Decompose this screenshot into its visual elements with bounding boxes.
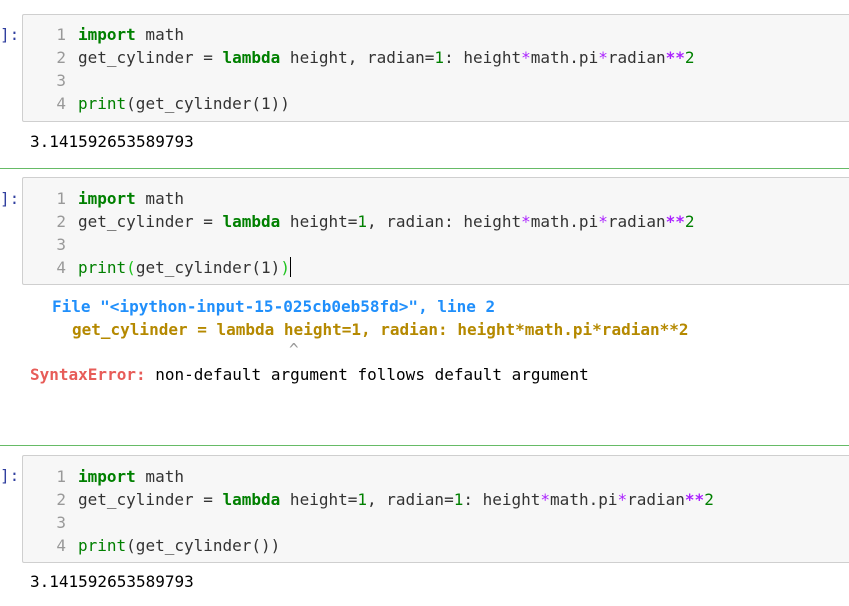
- builtin: print: [78, 94, 127, 113]
- cell-separator: [0, 168, 849, 169]
- builtin: print: [78, 258, 127, 277]
- line-number: 1: [56, 467, 66, 486]
- code-text: math.pi: [530, 212, 599, 231]
- error-name: SyntaxError:: [30, 365, 146, 384]
- operator: *: [617, 490, 628, 509]
- line-number: 4: [56, 94, 66, 113]
- operator: *: [540, 490, 551, 509]
- line-number: 2: [56, 490, 66, 509]
- code-text: math: [135, 189, 184, 208]
- traceback-caret: ^: [289, 340, 299, 359]
- code-text: math.pi: [530, 48, 599, 67]
- line-number: 3: [56, 235, 66, 254]
- line-number: 3: [56, 71, 66, 90]
- code-text: height, radian=: [280, 48, 435, 67]
- code-text: height=: [280, 212, 358, 231]
- matched-bracket: (: [126, 258, 136, 277]
- traceback-file-label: File: [52, 297, 101, 316]
- code-editor[interactable]: 1 import math 2 get_cylinder = lambda heig…: [22, 14, 849, 122]
- number: 2: [684, 48, 695, 67]
- cell-output: 3.141592653589793: [30, 572, 194, 591]
- line-number: 1: [56, 25, 66, 44]
- cell-prompt: ]:: [0, 189, 20, 208]
- cell-prompt: ]:: [0, 466, 20, 485]
- operator: *: [598, 48, 608, 67]
- keyword: import: [78, 189, 136, 208]
- cell-prompt: ]:: [0, 25, 20, 44]
- operator: **: [684, 490, 705, 509]
- code-text: get_cylinder =: [78, 48, 223, 67]
- cell-output: 3.141592653589793: [30, 132, 194, 151]
- error-message-line: SyntaxError: non-default argument follow…: [30, 363, 589, 386]
- code-text: : height: [463, 490, 541, 509]
- line-number: 4: [56, 536, 66, 555]
- code-text: (get_cylinder(1)): [126, 94, 290, 113]
- code-text: height=: [280, 490, 358, 509]
- number: 1: [453, 490, 464, 509]
- code-editor[interactable]: 1 import math 2 get_cylinder = lambda heig…: [22, 177, 849, 285]
- line-number: 3: [56, 513, 66, 532]
- number: 2: [684, 212, 695, 231]
- number: 1: [357, 212, 367, 231]
- operator: *: [521, 212, 531, 231]
- keyword: import: [78, 25, 136, 44]
- code-text: radian: [607, 212, 666, 231]
- code-text: radian: [607, 48, 666, 67]
- code-text: , radian: height: [367, 212, 522, 231]
- code-text: get_cylinder =: [78, 490, 223, 509]
- code-text: get_cylinder =: [78, 212, 223, 231]
- keyword: import: [78, 467, 136, 486]
- code-text: math: [135, 467, 184, 486]
- line-number: 2: [56, 212, 66, 231]
- line-number: 1: [56, 189, 66, 208]
- traceback-file-name: "<ipython-input-15-025cb0eb58fd>": [100, 297, 419, 316]
- number: 2: [704, 490, 714, 509]
- builtin: print: [78, 536, 127, 555]
- traceback-code-line: get_cylinder = lambda height=1, radian: …: [72, 320, 689, 339]
- traceback-file-line: File "<ipython-input-15-025cb0eb58fd>", …: [52, 295, 495, 318]
- number: 1: [357, 490, 367, 509]
- keyword: lambda: [222, 490, 281, 509]
- code-text: math.pi: [550, 490, 618, 509]
- traceback-line-label: , line 2: [418, 297, 496, 316]
- operator: **: [665, 212, 685, 231]
- code-text: (get_cylinder()): [126, 536, 281, 555]
- code-text: get_cylinder(1): [135, 258, 281, 277]
- operator: **: [665, 48, 685, 67]
- number: 1: [434, 48, 445, 67]
- line-number: 4: [56, 258, 66, 277]
- code-text: , radian=: [367, 490, 454, 509]
- keyword: lambda: [222, 48, 281, 67]
- operator: *: [521, 48, 531, 67]
- code-text: radian: [627, 490, 685, 509]
- cell-separator: [0, 445, 849, 446]
- keyword: lambda: [222, 212, 281, 231]
- line-number: 2: [56, 48, 66, 67]
- code-text: math: [135, 25, 184, 44]
- code-text: : height: [444, 48, 522, 67]
- matched-bracket: ): [280, 258, 290, 277]
- operator: *: [598, 212, 608, 231]
- error-message: non-default argument follows default arg…: [145, 365, 589, 384]
- code-editor[interactable]: 1 import math 2 get_cylinder = lambda heig…: [22, 455, 849, 563]
- text-cursor: [289, 257, 291, 277]
